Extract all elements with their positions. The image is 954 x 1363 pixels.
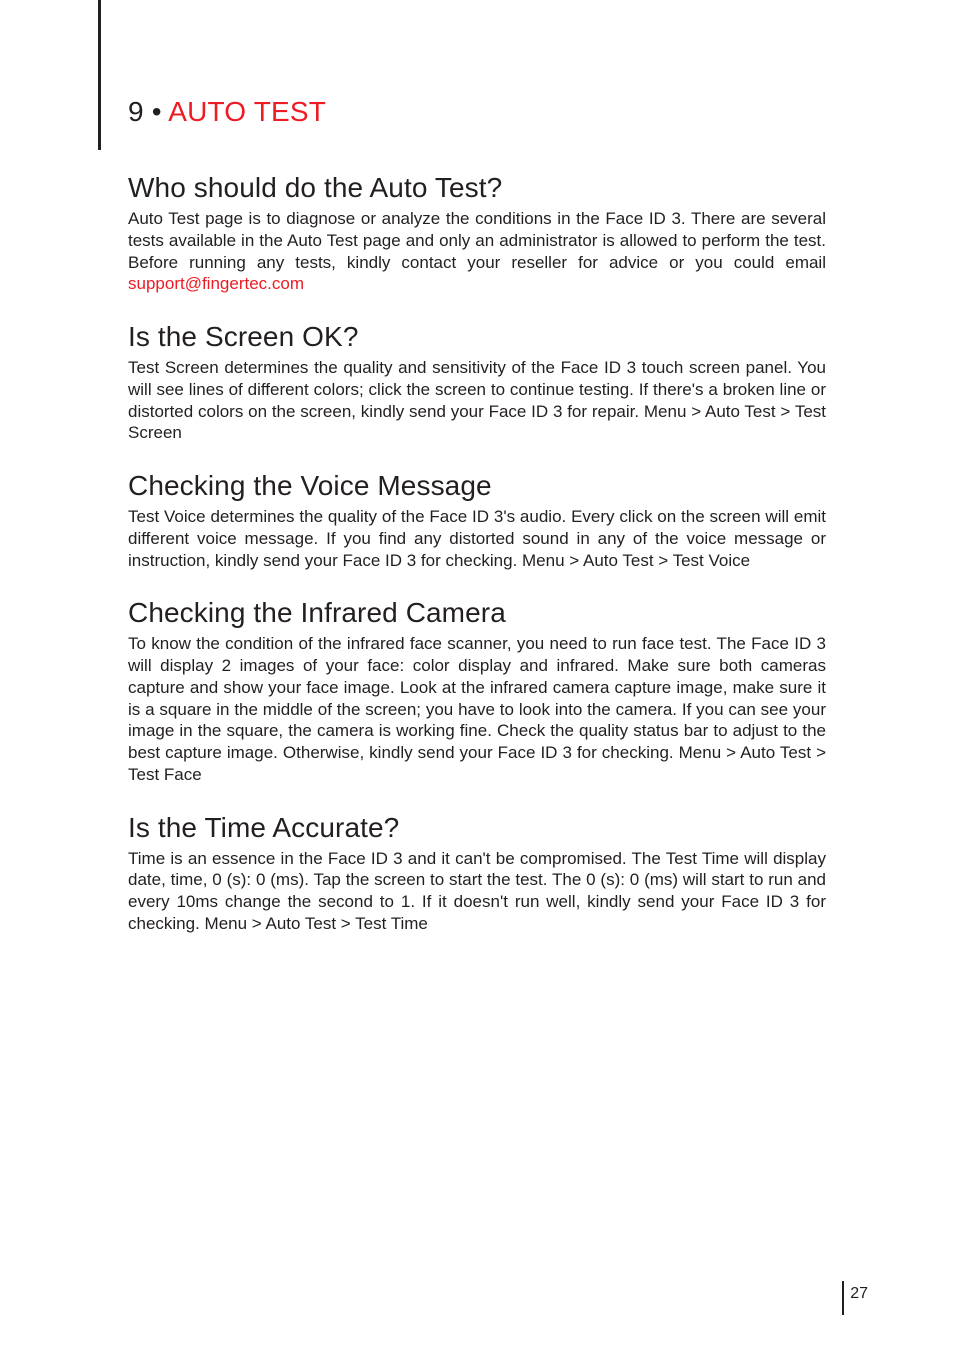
page: 9 • AUTO TEST Who should do the Auto Tes… bbox=[0, 0, 954, 1363]
section-body-time: Time is an essence in the Face ID 3 and … bbox=[128, 848, 826, 935]
section-heading-time: Is the Time Accurate? bbox=[128, 812, 826, 844]
section-heading-camera: Checking the Infrared Camera bbox=[128, 597, 826, 629]
support-email-link[interactable]: support@fingertec.com bbox=[128, 274, 304, 293]
section-camera: Checking the Infrared Camera To know the… bbox=[128, 597, 826, 785]
section-who: Who should do the Auto Test? Auto Test p… bbox=[128, 172, 826, 295]
section-voice: Checking the Voice Message Test Voice de… bbox=[128, 470, 826, 571]
section-screen: Is the Screen OK? Test Screen determines… bbox=[128, 321, 826, 444]
section-heading-who: Who should do the Auto Test? bbox=[128, 172, 826, 204]
section-body-voice: Test Voice determines the quality of the… bbox=[128, 506, 826, 571]
chapter-number: 9 • bbox=[128, 96, 162, 127]
section-heading-voice: Checking the Voice Message bbox=[128, 470, 826, 502]
page-number: 27 bbox=[850, 1285, 868, 1303]
vertical-rule-top bbox=[98, 0, 101, 150]
body-text: Auto Test page is to diagnose or analyze… bbox=[128, 209, 826, 272]
section-body-who: Auto Test page is to diagnose or analyze… bbox=[128, 208, 826, 295]
chapter-title: AUTO TEST bbox=[168, 96, 326, 127]
chapter-heading: 9 • AUTO TEST bbox=[128, 96, 826, 128]
section-time: Is the Time Accurate? Time is an essence… bbox=[128, 812, 826, 935]
section-body-screen: Test Screen determines the quality and s… bbox=[128, 357, 826, 444]
section-body-camera: To know the condition of the infrared fa… bbox=[128, 633, 826, 785]
section-heading-screen: Is the Screen OK? bbox=[128, 321, 826, 353]
page-number-rule bbox=[842, 1281, 844, 1315]
